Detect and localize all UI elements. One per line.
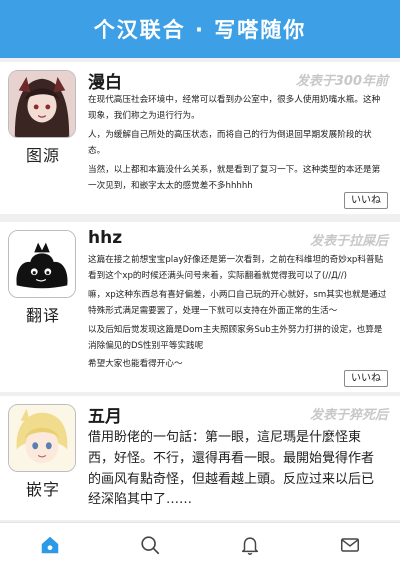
post-body: 这篇在接之前想宝宝play好像还是第一次看到，之前在科维坦的奇妙xp科普贴看到这… (88, 252, 388, 375)
post-role-label: 图源 (25, 146, 60, 165)
nav-notifications[interactable] (230, 527, 270, 563)
black-blob-creature-avatar-icon[interactable] (8, 230, 76, 298)
app-title: 个汉联合 · 写嗒随你 (93, 18, 307, 42)
post-paragraph: 嘛，xp这种东西总有喜好偏差，小两口自己玩的开心就好，sm其实也就是通过特殊形式… (88, 289, 387, 317)
nav-home[interactable] (30, 527, 70, 563)
post-author[interactable]: 漫白 (88, 68, 122, 93)
post-card: 嵌字 五月 发表于猝死后 借用盼佬的一句話：第一眼，這尼瑪是什麼怪東西，好怪。不… (0, 396, 400, 520)
post-author[interactable]: hhz (88, 228, 122, 248)
post-paragraph: 在现代高压社会环境中，经常可以看到办公室中，很多人使用奶嘴水瓶。这种现象，我们称… (88, 95, 381, 122)
post-paragraph: 当然，以上都和本篇没什么关系，就是看到了复习一下。这种类型的本还是第一次见到，和… (88, 164, 381, 192)
app-header: 个汉联合 · 写嗒随你 (0, 0, 400, 58)
post-role-label: 翻译 (25, 306, 60, 325)
home-icon (41, 536, 59, 553)
post-avatar-block: 图源 (8, 70, 78, 166)
post-body: 在现代高压社会环境中，经常可以看到办公室中，很多人使用奶嘴水瓶。这种现象，我们称… (88, 92, 388, 196)
post-body: 借用盼佬的一句話：第一眼，這尼瑪是什麼怪東西，好怪。不行，還得再看一眼。最開始覺… (88, 428, 386, 513)
post-paragraph: 借用盼佬的一句話：第一眼，這尼瑪是什麼怪東西，好怪。不行，還得再看一眼。最開始覺… (88, 430, 375, 508)
bottom-nav (0, 522, 400, 566)
dark-haired-character-avatar-icon[interactable] (8, 70, 76, 138)
post-timestamp: 发表于拉屎后 (309, 234, 388, 249)
nav-search[interactable] (130, 527, 170, 563)
post-paragraph: 以及后知后觉发现这篇是Dom主夫照顾家务Sub主外努力打拼的设定，也算是消除偏见… (88, 324, 383, 352)
post-card: 翻译 hhz 发表于拉屎后 这篇在接之前想宝宝play好像还是第一次看到，之前在… (0, 222, 400, 392)
post-card: 图源 漫白 发表于300年前 在现代高压社会环境中，经常可以看到办公室中，很多人… (0, 62, 400, 214)
post-paragraph: 人，为缓解自己所处的高压状态，而将自己的行为倒退回早期发展阶段的状态。 (88, 129, 372, 157)
like-button[interactable]: いいね (344, 192, 388, 209)
mail-icon (341, 537, 359, 552)
search-icon (141, 535, 160, 554)
post-paragraph: 这篇在接之前想宝宝play好像还是第一次看到，之前在科维坦的奇妙xp科普贴看到这… (88, 255, 384, 282)
post-author[interactable]: 五月 (88, 402, 122, 427)
post-timestamp: 发表于300年前 (295, 74, 388, 89)
like-button[interactable]: いいね (344, 370, 388, 387)
post-timestamp: 发表于猝死后 (309, 408, 388, 423)
nav-messages[interactable] (330, 527, 370, 563)
post-role-label: 嵌字 (25, 480, 60, 499)
post-avatar-block: 嵌字 (8, 404, 78, 500)
post-avatar-block: 翻译 (8, 230, 78, 326)
bell-icon (241, 536, 259, 555)
blonde-character-avatar-icon[interactable] (8, 404, 76, 472)
post-paragraph: 希望大家也能看得开心～ (88, 359, 183, 370)
